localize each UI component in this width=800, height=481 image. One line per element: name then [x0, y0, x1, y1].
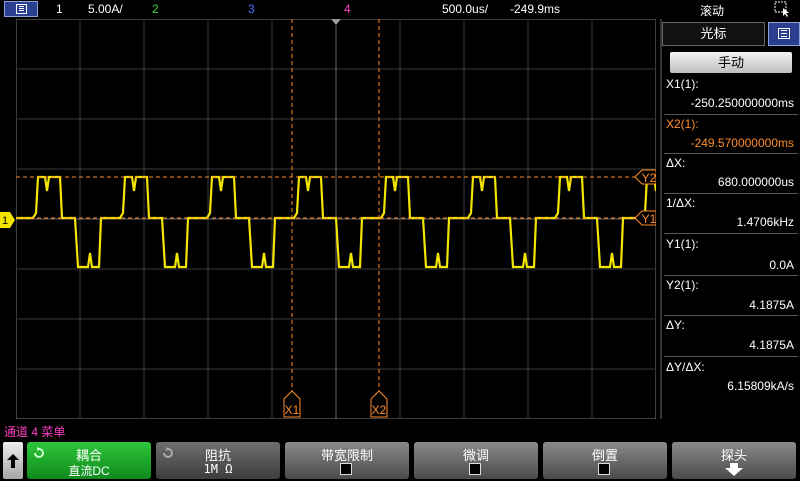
x2-label[interactable]: X2(1): [666, 117, 699, 131]
top-status-bar: 1 5.00A/ 2 3 4 500.0us/ -249.9ms 滚动 [0, 0, 800, 19]
main-menu-button[interactable] [4, 1, 38, 17]
back-button[interactable] [3, 442, 23, 479]
x2-value: -249.570000000ms [690, 136, 794, 150]
bandwidth-limit-softkey[interactable]: 带宽限制 [285, 442, 409, 479]
cursor-mode-button[interactable]: 手动 [670, 52, 792, 73]
status-line: 通道 4 菜单 [4, 425, 66, 439]
channel-2-label[interactable]: 2 [152, 2, 159, 16]
delay-value[interactable]: -249.9ms [510, 2, 560, 16]
dydx-label: ΔY/ΔX: [666, 360, 705, 374]
dx-label: ΔX: [666, 156, 686, 170]
cursor-panel: 光标 手动 X1(1): -250.250000000ms X2(1): -24… [660, 19, 800, 419]
fine-label: 微调 [462, 448, 489, 463]
waveform-display[interactable]: X1 X2 Y2 Y1 [16, 19, 656, 419]
x1-label[interactable]: X1(1): [666, 77, 699, 91]
softkey-bar: 耦合 直流DC 阻抗 1M Ω 带宽限制 微调 倒置 探头 [0, 440, 800, 481]
channel-1-label[interactable]: 1 [56, 2, 63, 16]
divider [664, 275, 798, 276]
invert-softkey[interactable]: 倒置 [543, 442, 667, 479]
channel-1-scale[interactable]: 5.00A/ [88, 2, 123, 16]
bw-limit-checkbox[interactable] [340, 463, 352, 475]
menu-icon [16, 4, 27, 14]
cursor-x1-label: X1 [285, 403, 300, 417]
divider [664, 153, 798, 154]
panel-menu-button[interactable] [768, 22, 800, 46]
x1-value: -250.250000000ms [690, 96, 794, 110]
fine-checkbox[interactable] [469, 463, 481, 475]
probe-softkey[interactable]: 探头 [672, 442, 796, 479]
dx-value: 680.000000us [717, 175, 794, 189]
channel-3-label[interactable]: 3 [248, 2, 255, 16]
probe-label: 探头 [720, 448, 747, 463]
divider [664, 114, 798, 115]
invert-checkbox[interactable] [598, 463, 610, 475]
inv-dx-label: 1/ΔX: [666, 196, 696, 210]
select-icon[interactable] [774, 1, 790, 17]
cursor-y2-label: Y2 [642, 171, 656, 185]
arrow-down-icon [725, 463, 743, 476]
ground-marker-label: 1 [2, 215, 8, 227]
dydx-value: 6.15809kA/s [727, 379, 794, 393]
fine-softkey[interactable]: 微调 [414, 442, 538, 479]
dy-value: 4.1875A [749, 338, 794, 352]
y1-label[interactable]: Y1(1): [666, 237, 699, 251]
menu-icon [778, 28, 790, 39]
bw-limit-label: 带宽限制 [320, 448, 373, 463]
inv-dx-value: 1.4706kHz [736, 215, 794, 229]
divider [664, 315, 798, 316]
cursor-x2-label: X2 [372, 403, 387, 417]
arrow-up-icon [7, 454, 19, 468]
coupling-value: 直流DC [68, 464, 110, 478]
cursor-panel-title: 光标 [662, 22, 765, 46]
acquisition-mode[interactable]: 滚动 [700, 2, 724, 19]
divider [664, 193, 798, 194]
divider [664, 233, 798, 234]
impedance-value: 1M Ω [203, 462, 233, 476]
divider [664, 356, 798, 357]
channel-1-ground-marker[interactable]: 1 [0, 211, 16, 229]
dy-label: ΔY: [666, 318, 685, 332]
y2-value: 4.1875A [749, 298, 794, 312]
coupling-softkey[interactable]: 耦合 直流DC [27, 442, 151, 479]
y1-value: 0.0A [769, 258, 794, 272]
channel-4-label[interactable]: 4 [344, 2, 351, 16]
cursor-y1-label: Y1 [642, 212, 656, 226]
impedance-softkey[interactable]: 阻抗 1M Ω [156, 442, 280, 479]
y2-label[interactable]: Y2(1): [666, 278, 699, 292]
timebase-value[interactable]: 500.0us/ [442, 2, 488, 16]
invert-label: 倒置 [591, 448, 618, 463]
